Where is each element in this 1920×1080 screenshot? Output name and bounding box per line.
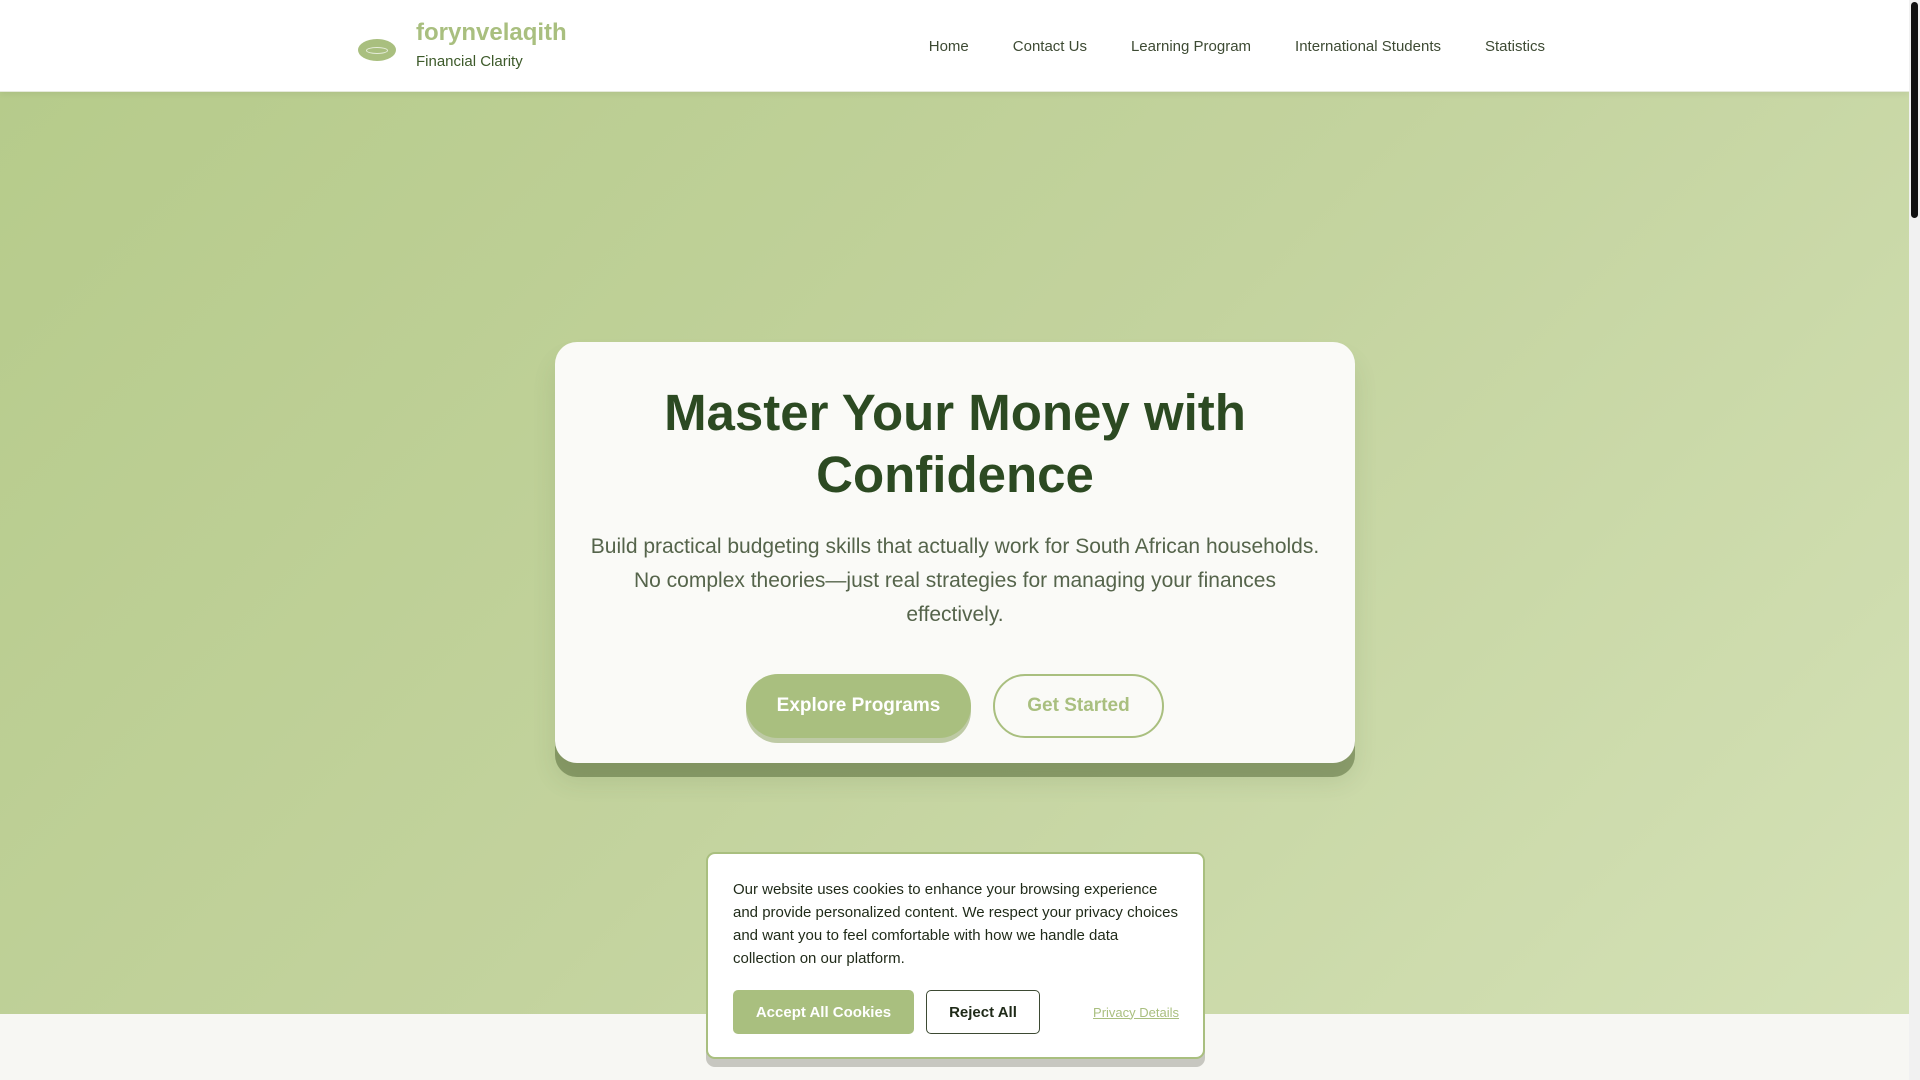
main-nav: Home Contact Us Learning Program Interna… bbox=[929, 0, 1545, 92]
page: forynvelaqith Financial Clarity Home Con… bbox=[0, 0, 1920, 1080]
brand-tagline: Financial Clarity bbox=[416, 53, 523, 70]
cookie-actions: Accept All Cookies Reject All Privacy De… bbox=[733, 990, 1179, 1034]
privacy-details-link[interactable]: Privacy Details bbox=[1093, 1005, 1179, 1020]
nav-item-statistics[interactable]: Statistics bbox=[1485, 38, 1545, 55]
reject-cookies-button[interactable]: Reject All bbox=[926, 990, 1040, 1034]
site-header: forynvelaqith Financial Clarity Home Con… bbox=[0, 0, 1909, 92]
hero-subtitle: Build practical budgeting skills that ac… bbox=[590, 535, 1320, 626]
nav-item-international-students[interactable]: International Students bbox=[1295, 38, 1441, 55]
brand[interactable]: forynvelaqith Financial Clarity bbox=[358, 18, 567, 72]
get-started-button[interactable]: Get Started bbox=[993, 674, 1164, 738]
scrollbar-thumb[interactable] bbox=[1911, 2, 1918, 218]
hero-card: Master Your Money with Confidence Build … bbox=[555, 342, 1355, 763]
logo-icon bbox=[358, 39, 396, 61]
cookie-message: Our website uses cookies to enhance your… bbox=[733, 881, 1178, 967]
hero-actions: Explore Programs Get Started bbox=[555, 674, 1355, 738]
hero-title: Master Your Money with Confidence bbox=[664, 384, 1246, 503]
nav-item-home[interactable]: Home bbox=[929, 38, 969, 55]
brand-text: forynvelaqith Financial Clarity bbox=[416, 18, 567, 72]
cookie-banner: Our website uses cookies to enhance your… bbox=[706, 852, 1205, 1059]
brand-name: forynvelaqith bbox=[416, 19, 567, 46]
nav-item-learning-program[interactable]: Learning Program bbox=[1131, 38, 1251, 55]
explore-programs-button[interactable]: Explore Programs bbox=[746, 674, 971, 738]
nav-item-contact-us[interactable]: Contact Us bbox=[1013, 38, 1087, 55]
logo-mark bbox=[366, 46, 388, 54]
page-scrollbar[interactable] bbox=[1909, 0, 1920, 1080]
accept-cookies-button[interactable]: Accept All Cookies bbox=[733, 990, 914, 1034]
